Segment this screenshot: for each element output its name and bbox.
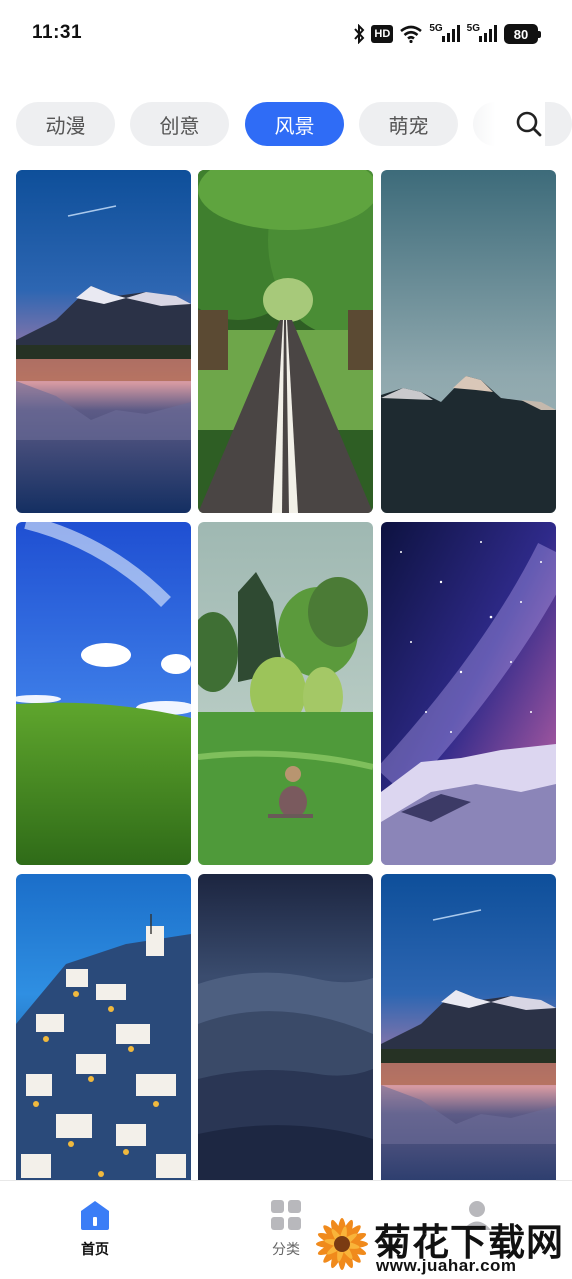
wallpaper-card-santorini[interactable]: [16, 874, 191, 1217]
wallpaper-grid: [0, 0, 572, 1217]
wallpaper-card-mountain-lake-2[interactable]: [381, 874, 556, 1217]
wallpaper-card-mountain-lake[interactable]: [16, 170, 191, 513]
nav-home[interactable]: 首页: [50, 1199, 140, 1259]
home-icon: [81, 1201, 109, 1230]
nav-home-label: 首页: [81, 1241, 109, 1257]
wallpaper-card-night-dunes[interactable]: [198, 874, 373, 1217]
wallpaper-card-green-hill[interactable]: [16, 522, 191, 865]
wallpaper-card-mountain-peaks[interactable]: [381, 170, 556, 513]
grid-icon: [271, 1200, 301, 1230]
watermark: 菊花下载网 www.juahar.com: [312, 1210, 568, 1278]
watermark-url: www.juahar.com: [376, 1256, 517, 1275]
chrysanthemum-logo-icon: [316, 1218, 368, 1270]
wallpaper-card-tree-road[interactable]: [198, 170, 373, 513]
nav-category-label: 分类: [272, 1241, 300, 1257]
wallpaper-card-milky-way[interactable]: [381, 522, 556, 865]
wallpaper-card-woman-meadow[interactable]: [198, 522, 373, 865]
